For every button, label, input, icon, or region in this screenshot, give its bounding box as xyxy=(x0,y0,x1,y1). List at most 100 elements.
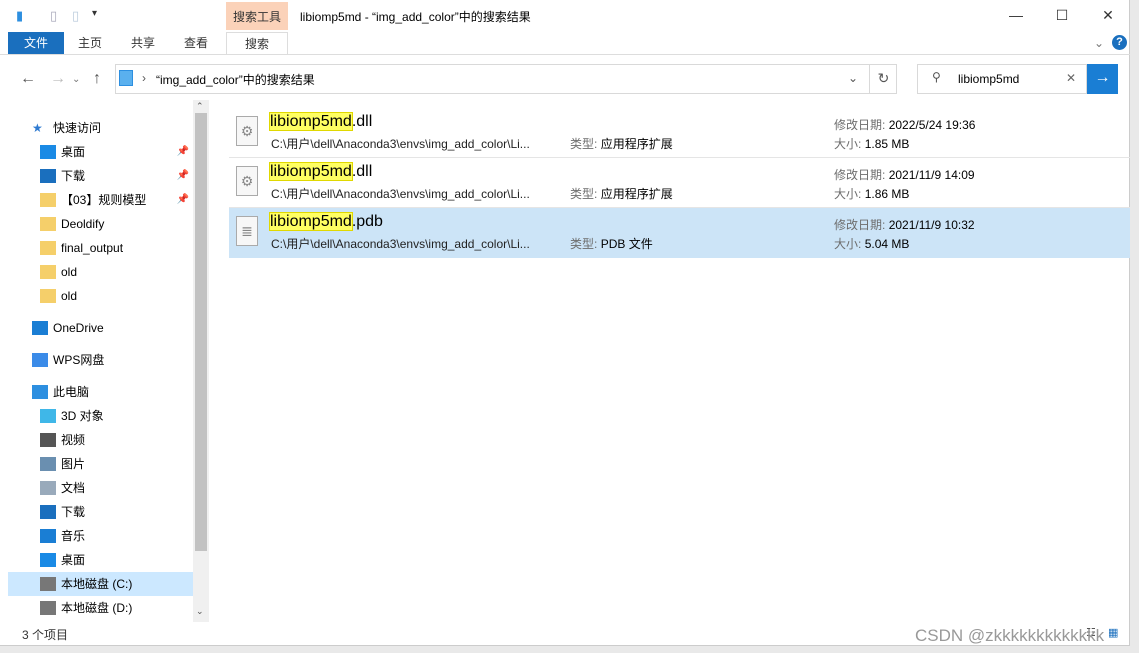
video-icon xyxy=(40,433,56,447)
sidebar-item-label: 桌面 xyxy=(61,553,86,567)
sidebar-item[interactable]: 3D 对象 xyxy=(8,404,193,428)
search-go-button[interactable]: → xyxy=(1087,64,1118,94)
size-value: 5.04 MB xyxy=(864,237,910,251)
sidebar-item[interactable]: ★ 快速访问 xyxy=(8,116,193,140)
sidebar-item-label: 快速访问 xyxy=(53,121,102,135)
type-value: 应用程序扩展 xyxy=(600,137,673,151)
sidebar-item[interactable]: Deoldify xyxy=(8,212,193,236)
sidebar-item-label: old xyxy=(61,289,78,303)
sidebar-item[interactable]: 下载 📌 xyxy=(8,164,193,188)
folder-icon xyxy=(40,241,56,255)
search-input[interactable]: libiomp5md xyxy=(958,72,1019,86)
cube-icon xyxy=(40,409,56,423)
sidebar-item[interactable]: final_output xyxy=(8,236,193,260)
tab-share[interactable]: 共享 xyxy=(118,32,168,54)
expand-ribbon-icon[interactable]: ⌄ xyxy=(1092,32,1106,54)
status-item-count: 3 个项目 xyxy=(22,628,69,642)
minimize-button[interactable]: — xyxy=(993,0,1039,30)
properties-icon[interactable]: ▯ xyxy=(50,8,57,24)
sidebar-item[interactable]: 文档 xyxy=(8,476,193,500)
date-label: 修改日期: xyxy=(834,218,886,232)
breadcrumb[interactable]: “img_add_color”中的搜索结果 xyxy=(156,71,315,88)
tab-view[interactable]: 查看 xyxy=(172,32,220,54)
search-tools-context-label: 搜索工具 xyxy=(226,2,288,30)
tab-file[interactable]: 文件 xyxy=(8,32,64,54)
size-label: 大小: xyxy=(834,137,862,151)
pin-icon[interactable]: 📌 xyxy=(177,188,189,212)
sidebar-item[interactable]: 视频 xyxy=(8,428,193,452)
tiles-view-button[interactable]: ▦ xyxy=(1108,626,1118,639)
up-button[interactable]: ↑ xyxy=(93,70,101,88)
sidebar-item[interactable]: 本地磁盘 (C:) xyxy=(8,572,193,596)
recent-locations-icon[interactable]: ⌄ xyxy=(72,74,80,85)
back-button[interactable]: ← xyxy=(20,70,36,88)
modified-date: 修改日期: 2021/11/9 10:32 xyxy=(834,216,975,233)
sidebar-item[interactable]: old xyxy=(8,260,193,284)
type-value: PDB 文件 xyxy=(600,237,653,251)
folder-icon xyxy=(40,265,56,279)
clear-search-button[interactable]: ✕ xyxy=(1066,71,1076,85)
sidebar-item-label: 本地磁盘 (D:) xyxy=(61,601,133,615)
file-name: libiomp5md.pdb xyxy=(269,212,383,231)
document-icon xyxy=(40,481,56,495)
forward-button[interactable]: → xyxy=(50,70,66,88)
refresh-button[interactable]: ↻ xyxy=(869,64,897,94)
maximize-button[interactable]: ☐ xyxy=(1039,0,1085,30)
file-type: 类型: PDB 文件 xyxy=(570,235,653,252)
type-label: 类型: xyxy=(570,137,598,151)
sidebar-item-label: 【03】规则模型 xyxy=(61,193,147,207)
file-extension: .pdb xyxy=(351,213,383,230)
sidebar-item[interactable]: old xyxy=(8,284,193,308)
folder-icon xyxy=(40,193,56,207)
size-label: 大小: xyxy=(834,237,862,251)
close-button[interactable]: ✕ xyxy=(1085,0,1131,30)
sidebar-item-label: OneDrive xyxy=(53,321,104,335)
sidebar-item[interactable]: 本地磁盘 (D:) xyxy=(8,596,193,620)
picture-icon xyxy=(40,457,56,471)
cloud-icon xyxy=(32,353,48,367)
pin-icon[interactable]: 📌 xyxy=(177,164,189,188)
explorer-window: ▮ ▯ ▯ ▾ 搜索工具 libiomp5md - “img_add_color… xyxy=(0,0,1130,646)
sidebar-item[interactable]: 下载 xyxy=(8,500,193,524)
sidebar-item[interactable]: OneDrive xyxy=(8,316,193,340)
result-row[interactable]: ⚙ libiomp5md.dll C:\用户\dell\Anaconda3\en… xyxy=(229,158,1130,208)
star-icon: ★ xyxy=(32,121,43,135)
result-row[interactable]: ≣ libiomp5md.pdb C:\用户\dell\Anaconda3\en… xyxy=(229,208,1130,258)
sidebar-item-label: 文档 xyxy=(61,481,86,495)
sidebar-scroll-thumb[interactable] xyxy=(195,113,207,551)
sidebar-item[interactable]: WPS网盘 xyxy=(8,348,193,372)
pdb-file-icon: ≣ xyxy=(236,216,258,246)
sidebar-item-label: 视频 xyxy=(61,433,86,447)
sidebar-item-label: 此电脑 xyxy=(53,385,90,399)
new-folder-icon[interactable]: ▯ xyxy=(72,8,79,24)
address-dropdown-icon[interactable]: ⌄ xyxy=(848,71,858,85)
sidebar-item-label: 图片 xyxy=(61,457,86,471)
result-row[interactable]: ⚙ libiomp5md.dll C:\用户\dell\Anaconda3\en… xyxy=(229,108,1130,158)
sidebar-item[interactable]: 【03】规则模型 📌 xyxy=(8,188,193,212)
sidebar-item[interactable]: 音乐 xyxy=(8,524,193,548)
address-bar[interactable]: › “img_add_color”中的搜索结果 ⌄ ↻ xyxy=(115,64,897,94)
date-value: 2021/11/9 10:32 xyxy=(888,218,975,232)
sidebar-item-label: WPS网盘 xyxy=(53,353,105,367)
sidebar-item[interactable]: 桌面 xyxy=(8,548,193,572)
folder-icon: ▮ xyxy=(16,8,24,23)
help-icon[interactable]: ? xyxy=(1112,35,1127,50)
folder-icon xyxy=(40,289,56,303)
customize-toolbar-icon[interactable]: ▾ xyxy=(92,8,97,19)
sidebar-item[interactable]: 桌面 📌 xyxy=(8,140,193,164)
sidebar-item-label: 本地磁盘 (C:) xyxy=(61,577,133,591)
size-value: 1.85 MB xyxy=(864,137,910,151)
file-name: libiomp5md.dll xyxy=(269,112,372,131)
pin-icon[interactable]: 📌 xyxy=(177,140,189,164)
scroll-up-icon[interactable]: ⌃ xyxy=(196,101,204,112)
search-match-highlight: libiomp5md xyxy=(269,162,353,181)
scroll-down-icon[interactable]: ⌄ xyxy=(196,606,204,617)
search-box[interactable]: ⚲ libiomp5md ✕ xyxy=(917,64,1087,94)
tab-home[interactable]: 主页 xyxy=(66,32,114,54)
tab-search[interactable]: 搜索 xyxy=(226,32,288,54)
file-size: 大小: 5.04 MB xyxy=(834,235,909,252)
size-value: 1.86 MB xyxy=(864,187,910,201)
sidebar-item[interactable]: 图片 xyxy=(8,452,193,476)
date-value: 2021/11/9 14:09 xyxy=(888,168,975,182)
sidebar-item[interactable]: 此电脑 xyxy=(8,380,193,404)
